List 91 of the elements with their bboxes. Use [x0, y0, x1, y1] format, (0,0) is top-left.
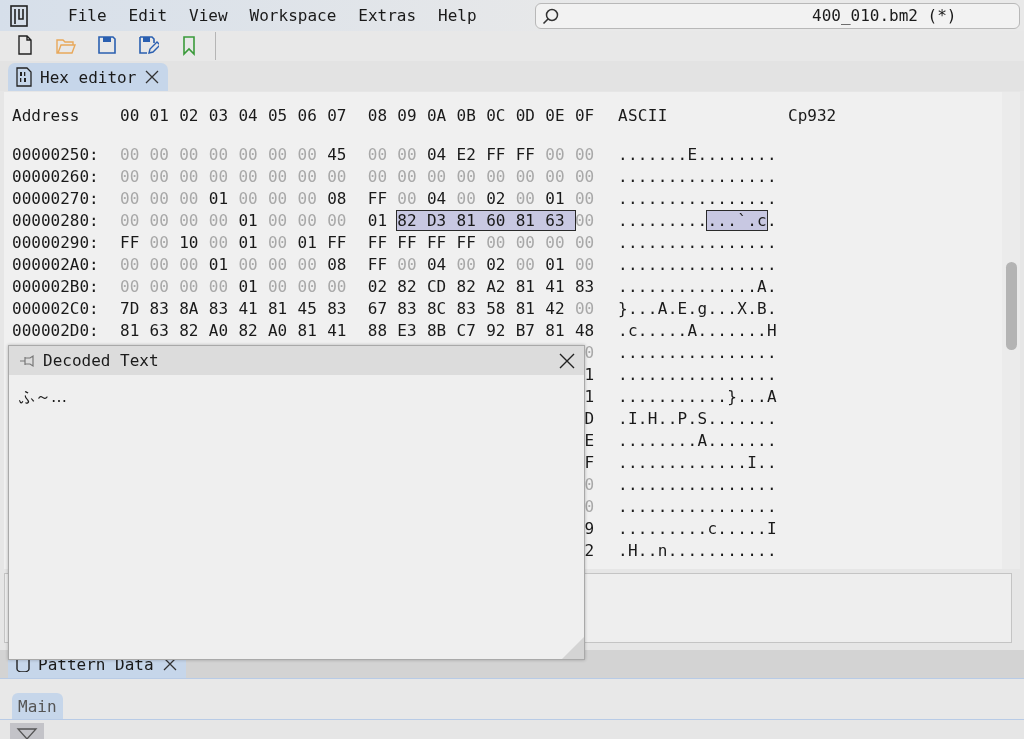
- ascii-text: ................: [618, 364, 777, 384]
- column-header: 07: [327, 105, 348, 125]
- ascii-text: .: [767, 210, 777, 230]
- logo-icon: [10, 4, 28, 27]
- subtab[interactable]: Main: [12, 693, 63, 719]
- column-header: 0A: [426, 105, 448, 125]
- ascii-text: ................: [618, 496, 777, 516]
- save-icon[interactable]: [96, 34, 118, 56]
- column-header: 01: [149, 105, 170, 125]
- hex-bytes: 00 00 00 00 01 00 00 00 02 82 CD 82 A2 81 41 83: [120, 276, 596, 296]
- ascii-text: .........: [618, 210, 708, 230]
- ascii-text: ................: [618, 474, 777, 494]
- hex-bytes: 00 00 00 00 00 00 00 45 00 00 04 E2 FF FF 00 00: [120, 144, 596, 164]
- row-address: 00000260:: [12, 166, 100, 186]
- column-header: 04: [238, 105, 259, 125]
- ascii-text: ................: [618, 166, 777, 186]
- save-as-icon[interactable]: [137, 34, 159, 56]
- column-header: 00: [120, 105, 141, 125]
- hex-digit: 1: [583, 386, 595, 406]
- binary-file-icon: [16, 67, 32, 87]
- hex-digit: 0: [583, 474, 595, 494]
- editor-tab[interactable]: Hex editor: [8, 63, 169, 91]
- ascii-text: .H..n...........: [618, 540, 777, 560]
- column-header: 03: [208, 105, 230, 125]
- column-header: 0C: [486, 105, 507, 125]
- column-header: 0E: [545, 105, 566, 125]
- hex-digit: E: [583, 430, 595, 450]
- ascii-text: ................: [618, 188, 777, 208]
- menu-item[interactable]: Extras: [350, 6, 425, 25]
- column-header: ASCII: [618, 105, 668, 125]
- selected-bytes[interactable]: 82 D3 81 60 81 63: [397, 210, 575, 230]
- ascii-text: ...........}...A: [618, 386, 777, 406]
- ascii-text: ................: [618, 342, 777, 362]
- hex-digit: 9: [583, 518, 595, 538]
- hex-digit: 0: [583, 342, 595, 362]
- ascii-text: ................: [618, 232, 777, 252]
- row-address: 000002B0:: [12, 276, 100, 296]
- ascii-text: }...A.E.g...X.B.: [618, 298, 777, 318]
- ascii-text: .............I..: [618, 452, 777, 472]
- selected-ascii: ...`.c: [707, 210, 767, 230]
- resize-grip-icon[interactable]: [562, 637, 584, 659]
- ascii-text: .......E........: [618, 144, 777, 164]
- menu-item[interactable]: View: [181, 6, 236, 25]
- row-address: 000002C0:: [12, 298, 100, 318]
- ascii-text: .c.....A.......H: [618, 320, 777, 340]
- row-address: 00000270:: [12, 188, 100, 208]
- hex-bytes: 00: [574, 210, 596, 230]
- ascii-text: ........A.......: [618, 430, 777, 450]
- hex-digit: 1: [583, 364, 595, 384]
- hex-digit: D: [583, 408, 595, 428]
- row-address: 00000280:: [12, 210, 100, 230]
- window-title: Decoded Text: [43, 351, 159, 370]
- hex-bytes: 7D 83 8A 83 41 81 45 83 67 83 8C 83 58 81 42 00: [120, 298, 596, 318]
- hex-digit: 2: [583, 540, 595, 560]
- search-field[interactable]: 400_010.bm2 (*): [535, 2, 1020, 29]
- menu-item[interactable]: Workspace: [241, 6, 345, 25]
- hex-bytes: 00 00 00 00 01 00 00 00 01: [120, 210, 388, 230]
- hex-digit: F: [583, 452, 595, 472]
- column-header: 09: [397, 105, 418, 125]
- hex-bytes: 00 00 00 01 00 00 00 08 FF 00 04 00 02 00 01 00: [120, 254, 596, 274]
- decoded-text: ふ～…: [19, 387, 67, 408]
- row-address: 00000250:: [12, 144, 100, 164]
- filter-button[interactable]: [10, 723, 44, 739]
- column-header: 05: [267, 105, 289, 125]
- hex-bytes: 00 00 00 00 00 00 00 00 00 00 00 00 00 00 00 00: [120, 166, 596, 186]
- hex-bytes: 00 00 00 01 00 00 00 08 FF 00 04 00 02 00 01 00: [120, 188, 596, 208]
- hex-bytes: FF 00 10 00 01 00 01 FF FF FF FF FF 00 00 00 00: [120, 232, 596, 252]
- column-header: 0F: [574, 105, 596, 125]
- column-header: 06: [297, 105, 318, 125]
- close-icon[interactable]: [144, 69, 161, 85]
- column-header: 02: [179, 105, 200, 125]
- close-icon[interactable]: [558, 351, 576, 370]
- row-address: 000002A0:: [12, 254, 100, 274]
- ascii-text: ..............A.: [618, 276, 777, 296]
- search-icon: [542, 7, 560, 26]
- hex-bytes: 81 63 82 A0 82 A0 81 41 88 E3 8B C7 92 B7 81 48: [120, 320, 596, 340]
- ascii-text: .I.H..P.S.......: [618, 408, 777, 428]
- scrollbar[interactable]: [1002, 92, 1020, 569]
- column-header: Cp932: [788, 105, 837, 125]
- row-address: 000002D0:: [12, 320, 100, 340]
- menu-item[interactable]: File: [60, 6, 115, 25]
- column-header: 0D: [515, 105, 536, 125]
- row-address: 00000290:: [12, 232, 100, 252]
- hex-digit: 0: [583, 496, 595, 516]
- menu-item[interactable]: Edit: [120, 6, 176, 25]
- column-header: Address: [12, 105, 81, 125]
- column-header: 08: [367, 105, 388, 125]
- menu-item[interactable]: Help: [430, 6, 485, 25]
- ascii-text: .........c.....I: [618, 518, 777, 538]
- column-header: 0B: [456, 105, 477, 125]
- ascii-text: ................: [618, 254, 777, 274]
